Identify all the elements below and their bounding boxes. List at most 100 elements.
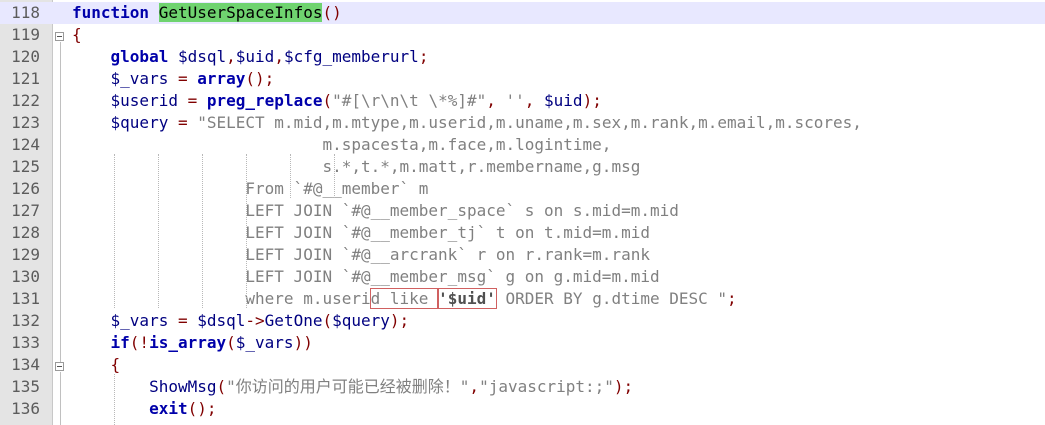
code-token: =	[168, 69, 198, 88]
code-token: ,	[524, 91, 545, 110]
line-number: 125	[11, 157, 40, 176]
code-line[interactable]: 119 {	[0, 24, 1045, 46]
code-text[interactable]: ShowMsg("你访问的用户可能已经被删除！","javascript:;")…	[72, 376, 633, 398]
code-editor[interactable]: 118 function GetUserSpaceInfos() 119 {120 g…	[0, 0, 1045, 425]
code-token: ;	[418, 47, 429, 66]
code-token: '$uid'	[437, 288, 497, 309]
code-line[interactable]: 124 m.spacesta,m.face,m.logintime,	[0, 134, 1045, 156]
code-token: From `#@__member` m	[72, 179, 429, 198]
code-line[interactable]: 130 LEFT JOIN `#@__member_msg` g on g.mi…	[0, 266, 1045, 288]
line-number: 129	[11, 245, 40, 264]
code-token: $query	[332, 311, 390, 330]
code-line[interactable]: 123 $query = "SELECT m.mid,m.mtype,m.use…	[0, 112, 1045, 134]
code-token: );	[613, 377, 634, 396]
indent-guide	[246, 154, 247, 308]
code-token: ,	[469, 377, 480, 396]
code-line[interactable]: 135 ShowMsg("你访问的用户可能已经被删除！","javascript…	[0, 376, 1045, 398]
code-token: global	[110, 47, 178, 66]
line-number: 133	[11, 333, 40, 352]
code-token: $_vars	[110, 311, 169, 330]
code-token: m.spacesta,m.face,m.logintime,	[72, 135, 612, 154]
code-token: "#[\r\n\t \*%]#"	[332, 91, 487, 110]
code-line[interactable]: 120 global $dsql,$uid,$cfg_memberurl;	[0, 46, 1045, 68]
code-text[interactable]: $userid = preg_replace("#[\r\n\t \*%]#",…	[72, 90, 602, 112]
code-text[interactable]: From `#@__member` m	[72, 178, 428, 200]
code-token: ''	[505, 91, 525, 110]
code-text[interactable]: $_vars = $dsql->GetOne($query);	[72, 310, 410, 332]
code-token: (	[226, 333, 236, 352]
code-token: ();	[245, 69, 275, 88]
line-number: 120	[11, 47, 40, 66]
code-token: ORDER BY g.dtime DESC "	[495, 289, 728, 308]
code-text[interactable]: function GetUserSpaceInfos()	[72, 2, 342, 24]
code-token: $_vars	[110, 69, 169, 88]
code-token: ,	[226, 47, 236, 66]
code-line[interactable]: 133 if(!is_array($_vars))	[0, 332, 1045, 354]
code-token: );	[582, 91, 602, 110]
code-line[interactable]: 122 $userid = preg_replace("#[\r\n\t \*%…	[0, 90, 1045, 112]
indent-guide	[158, 154, 159, 308]
code-token: "SELECT m.mid,m.mtype,m.userid,m.uname,m…	[197, 113, 862, 132]
code-token: $_vars	[235, 333, 294, 352]
code-line[interactable]: 128 LEFT JOIN `#@__member_tj` t on t.mid…	[0, 222, 1045, 244]
line-number: 123	[11, 113, 40, 132]
line-number: 122	[11, 91, 40, 110]
code-token: $userid	[110, 91, 178, 110]
line-number: 136	[11, 399, 40, 418]
code-text[interactable]: $_vars = array();	[72, 68, 275, 90]
code-token: {	[110, 355, 121, 374]
code-text[interactable]: LEFT JOIN `#@__member_msg` g on g.mid=m.…	[72, 266, 659, 288]
code-line[interactable]: 134 {	[0, 354, 1045, 376]
code-text[interactable]: if(!is_array($_vars))	[72, 332, 313, 354]
code-text[interactable]: m.spacesta,m.face,m.logintime,	[72, 134, 611, 156]
code-line[interactable]: 118 function GetUserSpaceInfos()	[0, 2, 1045, 24]
fold-collapse-icon[interactable]	[55, 32, 64, 41]
code-token: "你访问的用户可能已经被删除！"	[226, 377, 470, 396]
code-line[interactable]: 131 where m.userid like '$uid' ORDER BY …	[0, 288, 1045, 310]
code-line[interactable]: 132 $_vars = $dsql->GetOne($query);	[0, 310, 1045, 332]
line-number: 132	[11, 311, 40, 330]
code-text[interactable]: $query = "SELECT m.mid,m.mtype,m.userid,…	[72, 112, 862, 134]
code-text[interactable]: {	[72, 24, 82, 46]
code-token: $query	[110, 113, 169, 132]
code-text[interactable]: {	[72, 354, 121, 376]
code-token: where m.useri	[72, 289, 371, 308]
fold-collapse-icon[interactable]	[55, 362, 64, 371]
code-line[interactable]: 125 s.*,t.*,m.matt,r.membername,g.msg	[0, 156, 1045, 178]
code-line[interactable]: 129 LEFT JOIN `#@__arcrank` r on r.rank=…	[0, 244, 1045, 266]
code-token: ;	[727, 289, 737, 308]
code-text[interactable]: where m.userid like '$uid' ORDER BY g.dt…	[72, 288, 737, 310]
code-token: LEFT JOIN `#@__member_space` s on s.mid=…	[72, 201, 679, 220]
code-token: ,	[274, 47, 284, 66]
code-line[interactable]: 136 exit();	[0, 398, 1045, 420]
code-text[interactable]: LEFT JOIN `#@__member_space` s on s.mid=…	[72, 200, 679, 222]
line-number: 134	[11, 355, 40, 374]
line-number: 124	[11, 135, 40, 154]
code-text[interactable]: global $dsql,$uid,$cfg_memberurl;	[72, 46, 429, 68]
code-line[interactable]: 127 LEFT JOIN `#@__member_space` s on s.…	[0, 200, 1045, 222]
code-token: "javascript:;"	[479, 377, 614, 396]
line-number: 131	[11, 289, 40, 308]
code-text[interactable]: exit();	[72, 398, 216, 420]
code-token: ()	[322, 3, 342, 22]
code-token: if	[110, 333, 130, 352]
code-token: {	[72, 25, 82, 44]
code-token: $uid	[235, 47, 275, 66]
code-token: ))	[293, 333, 313, 352]
code-line[interactable]: 121 $_vars = array();	[0, 68, 1045, 90]
code-token: GetOne	[264, 311, 323, 330]
code-token: d like	[369, 288, 440, 309]
code-token: ->	[245, 311, 265, 330]
code-token: $uid	[544, 91, 583, 110]
code-token: (	[216, 377, 227, 396]
code-line[interactable]: 126 From `#@__member` m	[0, 178, 1045, 200]
fold-guide-line	[60, 372, 61, 425]
line-number: 130	[11, 267, 40, 286]
code-token: );	[389, 311, 410, 330]
